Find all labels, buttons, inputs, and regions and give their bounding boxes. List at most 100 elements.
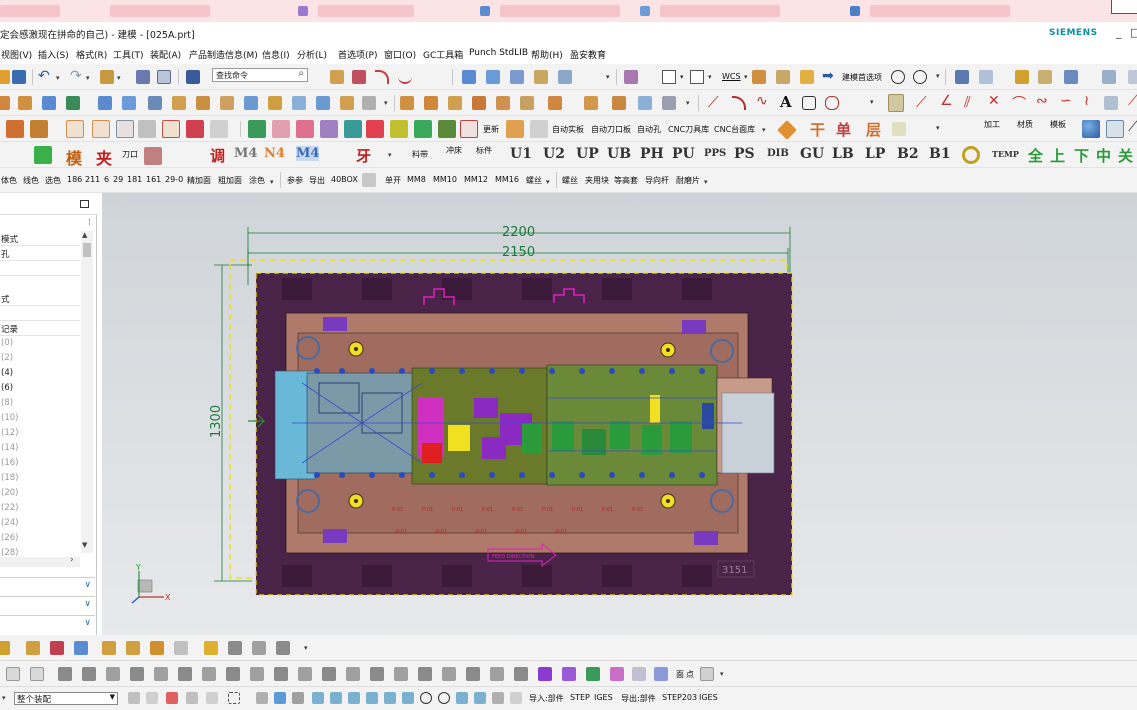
select-box-icon[interactable] [690,70,704,84]
snap-icon[interactable] [456,692,468,704]
line-icon[interactable] [58,667,72,681]
search-icon[interactable]: ⌕ [298,68,304,79]
green-curve-icon[interactable] [586,667,600,681]
browser-tab[interactable] [110,5,210,17]
parallel-icon[interactable]: ⫽ [964,93,971,111]
chevron-down-icon[interactable]: ∨ [84,618,91,628]
pin-icon[interactable] [204,641,218,655]
intersect-icon[interactable] [244,96,258,110]
curve-icon[interactable]: ∽ [1060,93,1072,109]
assembly-constraint-icon[interactable] [26,641,40,655]
part-glyph[interactable]: 调 [210,145,225,166]
plugin-icon[interactable] [506,120,524,138]
guide-rod-button[interactable]: 导向杆 [645,175,669,186]
part-u2[interactable]: U2 [543,146,565,162]
menu-insert[interactable]: 插入(S) [38,48,69,61]
part-quan[interactable]: 全 [1028,145,1043,166]
menu-help[interactable]: 帮助(H) [531,48,563,61]
tool-icon[interactable] [700,667,714,681]
part-ub[interactable]: UB [607,146,631,162]
export-part-label[interactable]: 导出:部件 [621,693,656,704]
clock-icon[interactable] [913,70,927,84]
part-pps[interactable]: PPS [704,148,726,159]
navigator-row[interactable]: (14) [0,441,80,456]
snap-icon[interactable] [330,70,344,84]
line-icon[interactable] [178,667,192,681]
minimize-button[interactable]: _ [1116,26,1122,39]
more-icon[interactable] [1128,70,1137,84]
select-box-icon[interactable] [662,70,676,84]
body-color-button[interactable]: 体色 [1,175,17,186]
snap-icon[interactable] [492,692,504,704]
curve-icon[interactable]: ∾ [1036,93,1048,109]
navigator-row[interactable]: (18) [0,471,80,486]
undo-icon[interactable]: ↶ [38,68,50,84]
rough-face-button[interactable]: 粗加面 [218,175,242,186]
line-icon[interactable]: ⟋ [916,93,927,111]
part-lb[interactable]: LB [832,146,854,162]
standard-part-button[interactable]: 标件 [476,145,492,156]
part-up[interactable]: UP [576,146,599,162]
snap-icon[interactable] [348,692,360,704]
plugin-glyph-ceng[interactable]: 层 [866,119,881,140]
navigator-row[interactable]: 式 [0,291,80,306]
knife-button[interactable]: 刀口 [122,149,138,160]
snap-icon[interactable] [274,692,286,704]
hammer-icon[interactable] [228,641,242,655]
explode-icon[interactable] [102,641,116,655]
angle-icon[interactable]: ∠ [940,93,953,109]
plugin-glyph-gan[interactable]: 干 [810,119,825,140]
sync-icon[interactable] [520,96,534,110]
browser-tab[interactable] [500,5,620,17]
trim-icon[interactable] [352,70,366,84]
snap-icon[interactable] [438,692,450,704]
color-29-0-button[interactable]: 29-0 [165,175,183,184]
preview-panel[interactable]: ∨ [0,615,95,632]
text-icon[interactable]: A [780,93,792,111]
navigator-row[interactable]: (16) [0,456,80,471]
part-glyph[interactable]: 夹 [96,145,112,167]
auto-hole-button[interactable]: 自动孔 [637,124,661,135]
snap-icon[interactable] [256,692,268,704]
navigator-row[interactable]: (2) [0,351,80,366]
revolve-icon[interactable] [42,96,56,110]
part-shang[interactable]: 上 [1050,145,1065,166]
package-icon[interactable] [174,641,188,655]
part-b2[interactable]: B2 [897,146,919,162]
line-icon[interactable] [154,667,168,681]
export-iges-button[interactable]: IGES [699,693,718,702]
arc-icon[interactable] [732,96,746,110]
line-icon[interactable]: ⟋ [1128,119,1137,135]
snap-icon[interactable] [366,692,378,704]
menu-window[interactable]: 窗口(O) [384,48,416,61]
auto-solid-plate-button[interactable]: 自动实板 [552,124,584,135]
line-icon[interactable] [442,667,456,681]
plugin-icon[interactable] [530,120,548,138]
line-icon[interactable] [202,667,216,681]
graphics-viewport[interactable]: 2200 2150 1300 P-01 P-01 P-01 P-01 P-01 … [102,193,1137,635]
navigator-row[interactable]: 模式 [0,231,80,246]
line-icon[interactable] [82,667,96,681]
snap-icon[interactable] [384,692,396,704]
menu-pmi[interactable]: 产品制造信息(M) [189,48,258,61]
view-front-icon[interactable] [462,70,476,84]
sync-icon[interactable] [612,96,626,110]
dependencies-panel[interactable]: ∨ [0,577,95,594]
line-icon[interactable] [490,667,504,681]
part-ph[interactable]: PH [640,146,664,162]
curve-icon[interactable] [398,70,412,84]
plugin-icon[interactable] [892,122,906,136]
part-dib[interactable]: DIB [767,148,789,159]
view-iso-icon[interactable] [510,70,524,84]
chevron-down-icon[interactable]: ∨ [84,599,91,609]
browser-tab[interactable] [870,5,1010,17]
fillet-sketch-icon[interactable] [802,96,816,110]
part-ps[interactable]: PS [734,146,755,162]
move-icon[interactable] [1064,70,1078,84]
mirror-assembly-icon[interactable] [74,641,88,655]
line-icon[interactable] [346,667,360,681]
line-icon[interactable] [514,667,528,681]
tool-icon[interactable] [1015,70,1029,84]
navigator-row[interactable]: (6) [0,381,80,396]
details-panel[interactable]: ∨ [0,596,95,613]
